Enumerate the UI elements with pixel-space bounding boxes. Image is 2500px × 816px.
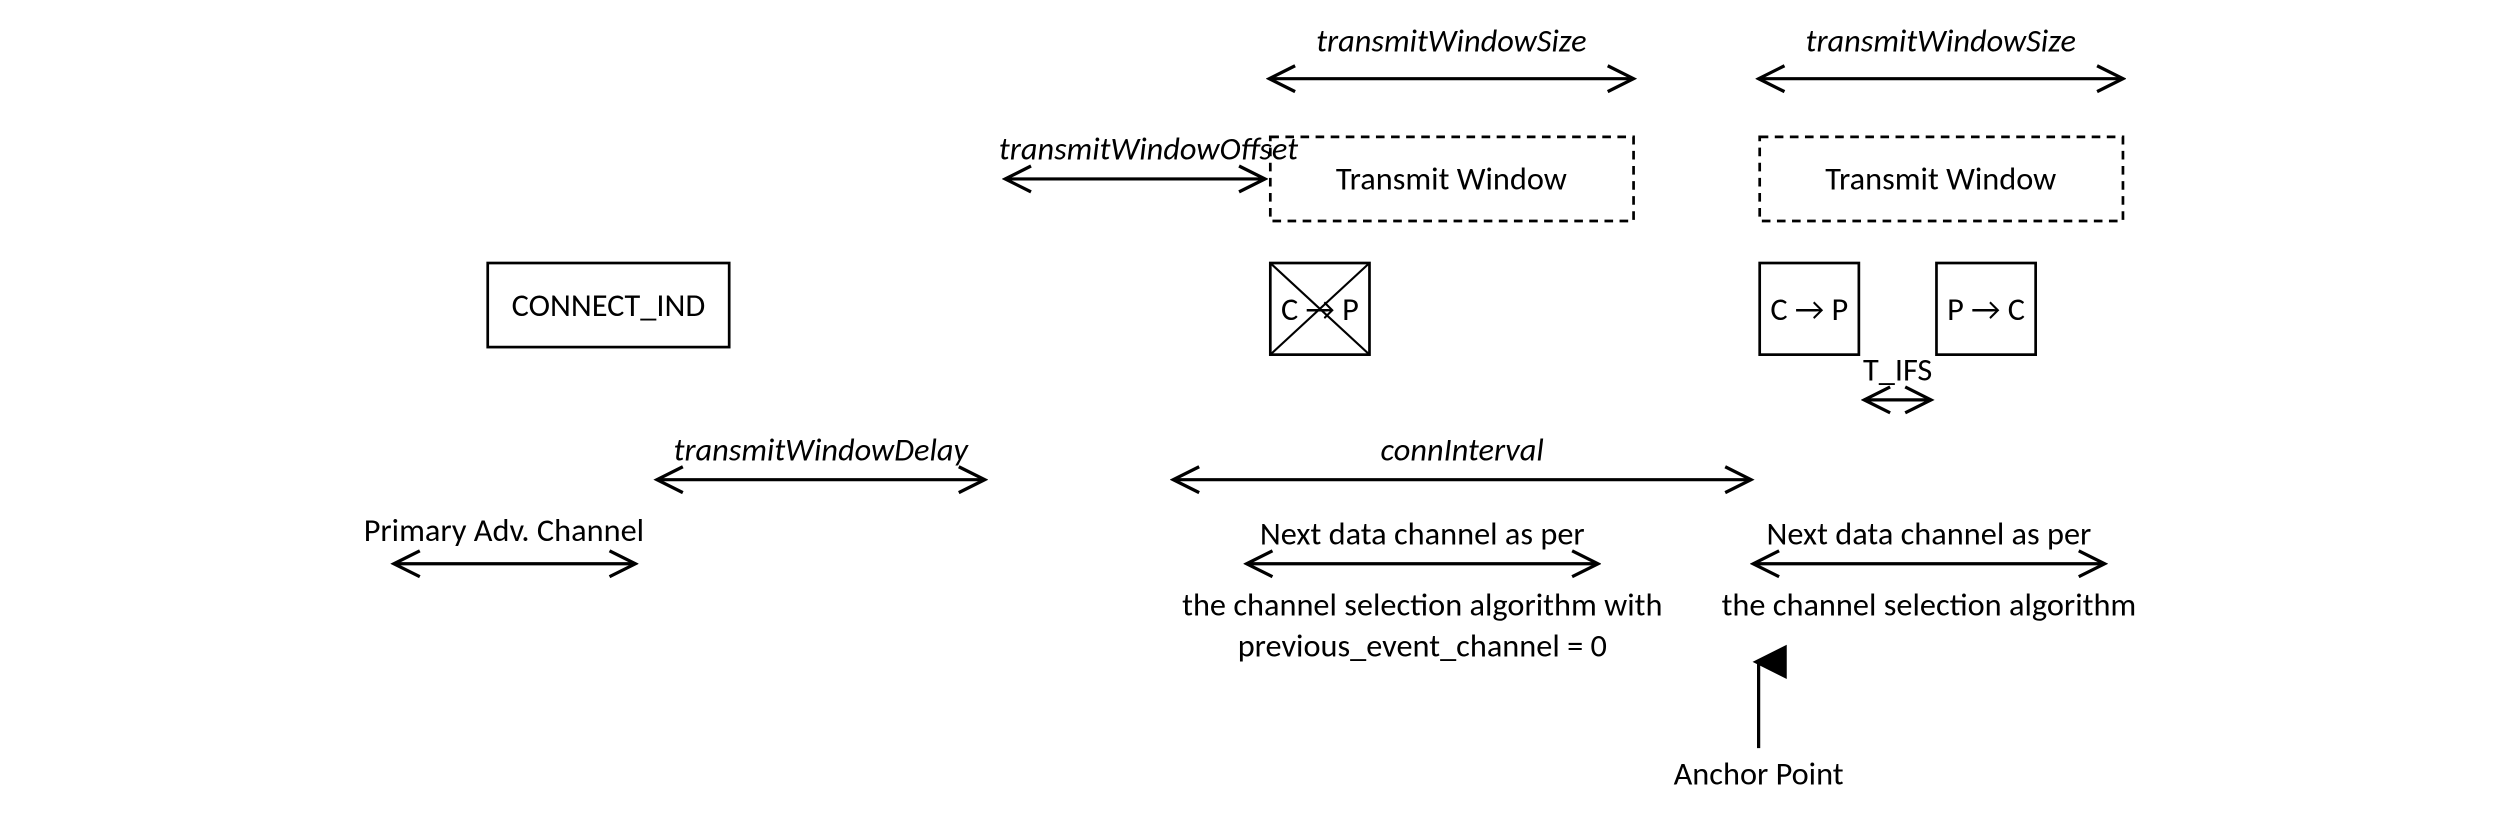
transmit-window-text-1: Transmit Window — [1336, 159, 1567, 199]
connect-ind-text: CONNECT_IND — [512, 285, 706, 325]
c-to-p-failed-text: C → P — [1281, 289, 1359, 329]
c-to-p-text: C → P — [1770, 289, 1848, 329]
conn-interval-label: connInterval — [1381, 429, 1544, 469]
transmit-window-size-label-2: transmitWindowSize — [1806, 21, 2076, 61]
next-channel-1-line1: Next data channel as per — [1260, 513, 1585, 553]
transmit-window-delay-label: transmitWindowDelay — [674, 429, 970, 469]
transmit-window-size-label-1: transmitWindowSize — [1316, 21, 1586, 61]
next-channel-2-line1: Next data channel as per — [1767, 513, 2092, 553]
anchor-point-label: Anchor Point — [1674, 754, 1844, 794]
c-to-p-failed-box: C → P — [1270, 263, 1369, 355]
next-channel-2-line2: the channel selection algorithm — [1722, 585, 2137, 625]
t-ifs-label: T_IFS — [1863, 350, 1932, 390]
next-channel-1-line3: previous_event_channel = 0 — [1238, 625, 1607, 665]
next-channel-1-line2: the channel selection algorithm with — [1182, 585, 1662, 625]
primary-adv-channel-label: Primary Adv. Channel — [364, 510, 644, 550]
transmit-window-offset-label: transmitWindowOffset — [999, 129, 1298, 169]
transmit-window-text-2: Transmit Window — [1825, 159, 2056, 199]
p-to-c-text: P → C — [1947, 289, 2025, 329]
